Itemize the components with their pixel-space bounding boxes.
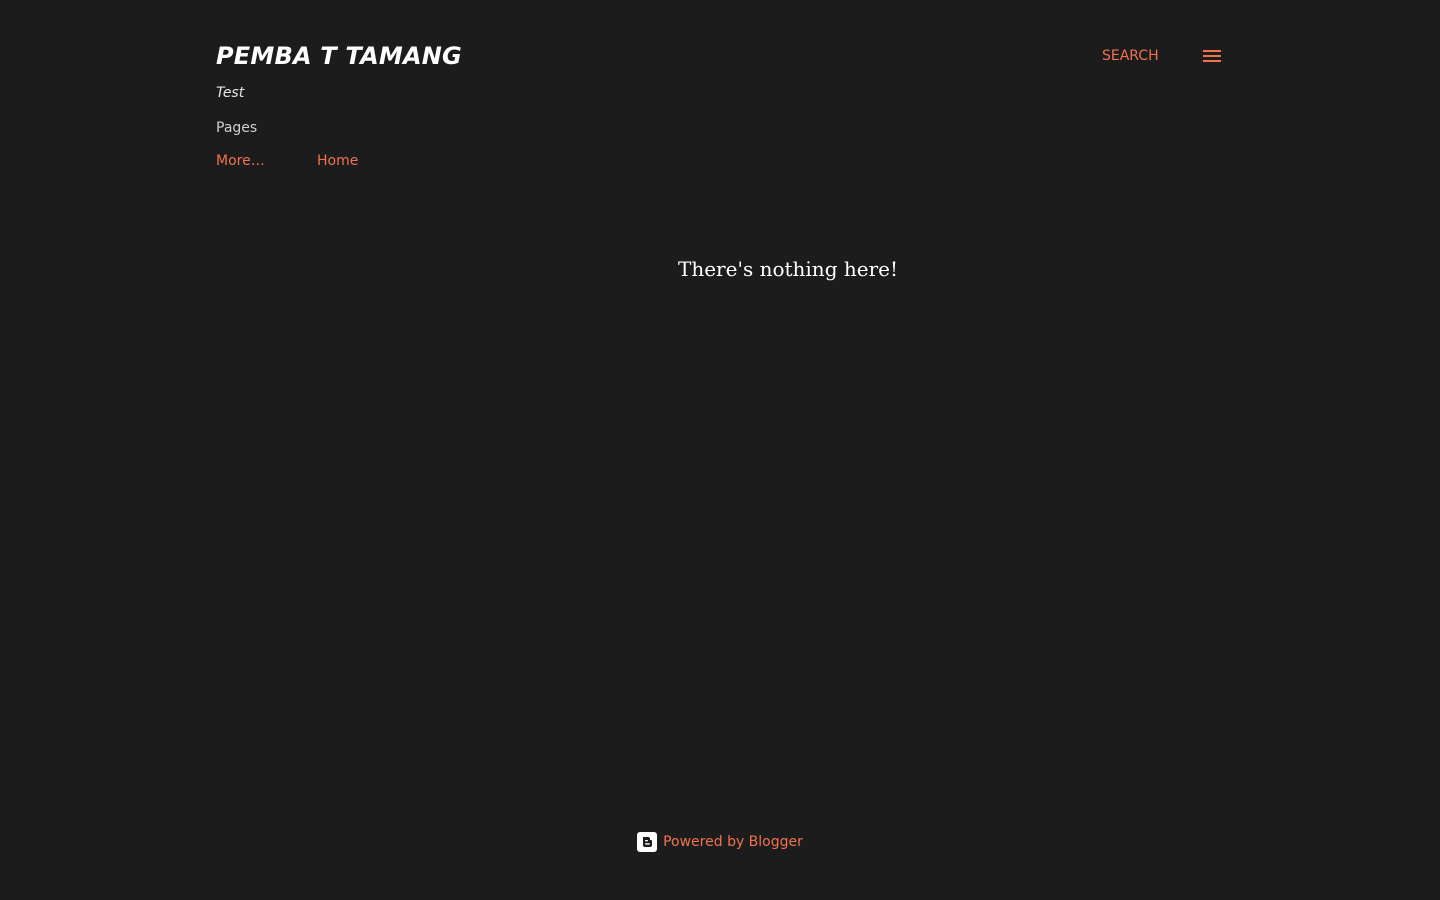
pages-heading: Pages bbox=[216, 120, 258, 136]
blog-description: Test bbox=[216, 85, 245, 101]
hamburger-menu-icon bbox=[1203, 50, 1221, 62]
nav-link-home[interactable]: Home bbox=[317, 151, 358, 171]
footer: Powered by Blogger bbox=[0, 832, 1440, 852]
powered-by-blogger-link[interactable]: Powered by Blogger bbox=[637, 832, 803, 852]
nav-link-more[interactable]: More… bbox=[216, 151, 265, 171]
menu-button[interactable] bbox=[1200, 44, 1224, 68]
blog-title[interactable]: PEMBA T TAMANG bbox=[216, 38, 462, 74]
powered-by-text: Powered by Blogger bbox=[663, 834, 803, 850]
search-button[interactable]: SEARCH bbox=[1102, 46, 1159, 66]
blogger-logo-icon bbox=[637, 832, 658, 852]
empty-state-message: There's nothing here! bbox=[678, 257, 898, 281]
